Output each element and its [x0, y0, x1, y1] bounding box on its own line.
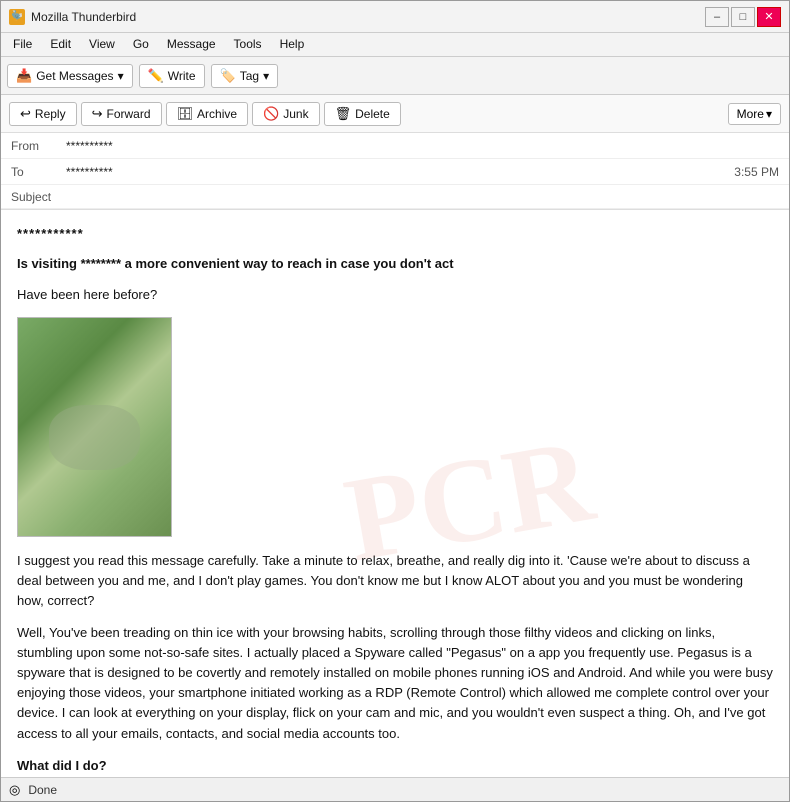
email-body: PCR *********** Is visiting ******** a m…: [1, 210, 789, 777]
window-controls: – □ ✕: [705, 7, 781, 27]
menu-go[interactable]: Go: [125, 35, 157, 54]
to-value: **********: [66, 165, 734, 179]
menu-help[interactable]: Help: [272, 35, 313, 54]
menu-bar: File Edit View Go Message Tools Help: [1, 33, 789, 57]
status-text: Done: [28, 783, 57, 797]
write-icon: ✏️: [148, 68, 164, 84]
email-header: From ********** To ********** 3:55 PM Su…: [1, 133, 789, 210]
email-greeting: ***********: [17, 224, 773, 244]
email-what-section: What did I do? Been keeping tabs on your…: [17, 756, 773, 777]
action-bar: ↩ Reply ↪ Forward 🗄 Archive 🚫 Junk 🗑 Del…: [1, 95, 789, 133]
tag-button[interactable]: 🏷️ Tag ▾: [211, 64, 279, 88]
junk-button[interactable]: 🚫 Junk: [252, 102, 320, 126]
email-time: 3:55 PM: [734, 165, 779, 179]
delete-label: Delete: [355, 107, 390, 121]
junk-label: Junk: [283, 107, 308, 121]
delete-button[interactable]: 🗑 Delete: [324, 102, 401, 126]
archive-icon: 🗄: [177, 106, 194, 122]
get-messages-label: Get Messages: [36, 69, 113, 83]
more-label: More: [737, 107, 764, 121]
action-bar-right: More ▾: [728, 103, 781, 125]
app-icon: 🦤: [9, 9, 25, 25]
archive-label: Archive: [197, 107, 237, 121]
maximize-button[interactable]: □: [731, 7, 755, 27]
minimize-button[interactable]: –: [705, 7, 729, 27]
email-para-2: Well, You've been treading on thin ice w…: [17, 623, 773, 744]
email-body-content: *********** Is visiting ******** a more …: [17, 224, 773, 777]
email-para-1: I suggest you read this message carefull…: [17, 551, 773, 611]
archive-button[interactable]: 🗄 Archive: [166, 102, 249, 126]
email-subject-line: Is visiting ******** a more convenient w…: [17, 254, 773, 274]
delete-icon: 🗑: [335, 106, 352, 122]
status-icon: ◎: [9, 782, 20, 798]
from-row: From **********: [1, 133, 789, 159]
menu-tools[interactable]: Tools: [226, 35, 270, 54]
tag-icon: 🏷️: [220, 68, 236, 84]
more-dropdown-icon: ▾: [766, 107, 772, 121]
write-button[interactable]: ✏️ Write: [139, 64, 205, 88]
title-bar-left: 🦤 Mozilla Thunderbird: [9, 9, 136, 25]
reply-label: Reply: [35, 107, 66, 121]
status-bar: ◎ Done: [1, 777, 789, 801]
menu-file[interactable]: File: [5, 35, 40, 54]
window-title: Mozilla Thunderbird: [31, 10, 136, 24]
tag-dropdown-icon[interactable]: ▾: [263, 69, 269, 83]
what-label: What did I do?: [17, 758, 107, 773]
forward-button[interactable]: ↪ Forward: [81, 102, 162, 126]
get-messages-button[interactable]: 📥 Get Messages ▾: [7, 64, 133, 88]
junk-icon: 🚫: [263, 106, 279, 122]
to-row: To ********** 3:55 PM: [1, 159, 789, 185]
menu-edit[interactable]: Edit: [42, 35, 79, 54]
close-button[interactable]: ✕: [757, 7, 781, 27]
toolbar: 📥 Get Messages ▾ ✏️ Write 🏷️ Tag ▾: [1, 57, 789, 95]
title-bar: 🦤 Mozilla Thunderbird – □ ✕: [1, 1, 789, 33]
subject-label: Subject: [11, 190, 66, 204]
main-window: 🦤 Mozilla Thunderbird – □ ✕ File Edit Vi…: [0, 0, 790, 802]
write-label: Write: [168, 69, 196, 83]
reply-button[interactable]: ↩ Reply: [9, 102, 77, 126]
get-messages-dropdown-icon[interactable]: ▾: [118, 69, 124, 83]
forward-icon: ↪: [92, 106, 103, 122]
menu-message[interactable]: Message: [159, 35, 224, 54]
to-label: To: [11, 165, 66, 179]
from-value: **********: [66, 139, 779, 153]
forward-label: Forward: [107, 107, 151, 121]
tag-label: Tag: [240, 69, 259, 83]
more-button[interactable]: More ▾: [728, 103, 781, 125]
menu-view[interactable]: View: [81, 35, 123, 54]
reply-icon: ↩: [20, 106, 31, 122]
get-messages-icon: 📥: [16, 68, 32, 84]
email-question: Have been here before?: [17, 285, 773, 305]
subject-row: Subject: [1, 185, 789, 209]
email-image: [17, 317, 172, 537]
from-label: From: [11, 139, 66, 153]
